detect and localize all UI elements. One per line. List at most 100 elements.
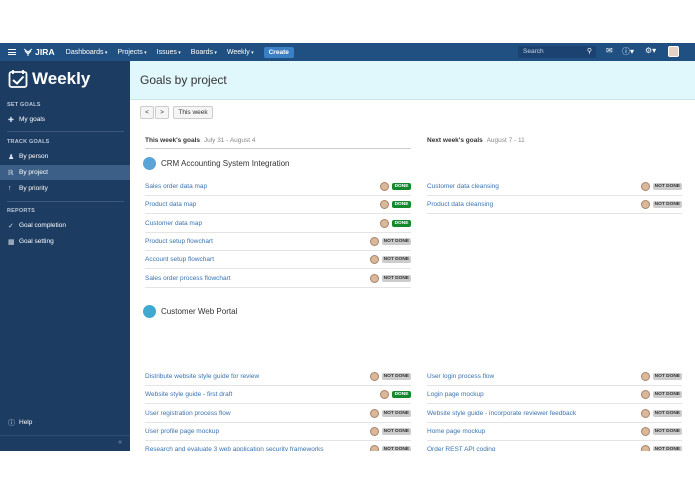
status-badge: NOT DONE bbox=[381, 446, 411, 451]
status-badge: NOT DONE bbox=[652, 391, 682, 399]
project-name[interactable]: CRM Accounting System Integration bbox=[161, 159, 290, 168]
previous-week-button[interactable]: < bbox=[140, 106, 154, 119]
goal-link[interactable]: User profile page mockup bbox=[145, 428, 370, 435]
next-week-button[interactable]: > bbox=[155, 106, 169, 119]
project-heading: Customer Web Portal bbox=[143, 305, 237, 318]
search-icon: ⚲ bbox=[586, 48, 592, 55]
plus-icon: ✚ bbox=[8, 116, 14, 124]
assignee-avatar[interactable] bbox=[640, 390, 650, 400]
user-avatar[interactable] bbox=[668, 46, 679, 57]
check-icon: ✓ bbox=[8, 222, 14, 230]
next-week-heading-label: Next week's goals bbox=[427, 137, 483, 144]
megaphone-icon[interactable]: ✉ bbox=[606, 46, 613, 55]
this-week-button[interactable]: This week bbox=[173, 106, 213, 119]
assignee-avatar[interactable] bbox=[380, 182, 389, 191]
goal-link[interactable]: Home page mockup bbox=[427, 428, 641, 435]
menu-weekly[interactable]: Weekly bbox=[227, 49, 254, 56]
assignee-avatar[interactable] bbox=[369, 273, 379, 283]
assignee-avatar[interactable] bbox=[380, 390, 389, 400]
calendar-check-icon bbox=[8, 70, 28, 88]
menu-projects[interactable]: Projects bbox=[117, 49, 146, 56]
person-icon: ♟ bbox=[8, 153, 15, 161]
collapse-sidebar-icon[interactable]: « bbox=[118, 439, 122, 446]
goal-row: Sales order data map DONE bbox=[145, 178, 411, 196]
status-badge: NOT DONE bbox=[652, 409, 682, 417]
assignee-avatar[interactable] bbox=[640, 408, 650, 418]
menu-issues[interactable]: Issues bbox=[157, 49, 181, 56]
goal-link[interactable]: Product setup flowchart bbox=[145, 238, 370, 245]
sidebar-item-by-person[interactable]: ♟ By person bbox=[0, 149, 130, 164]
help-circle-icon: ⓘ bbox=[8, 419, 15, 427]
goal-row: Website style guide - incorporate review… bbox=[427, 405, 682, 423]
goal-link[interactable]: Product data map bbox=[145, 201, 380, 208]
goal-link[interactable]: Customer data map bbox=[145, 220, 380, 227]
status-badge: NOT DONE bbox=[381, 409, 411, 417]
section-heading-track-goals: TRACK GOALS bbox=[7, 139, 50, 145]
sidebar-item-by-project[interactable]: ℝ By project bbox=[0, 165, 130, 180]
assignee-avatar[interactable] bbox=[640, 445, 650, 451]
weekly-brand[interactable]: Weekly bbox=[8, 69, 90, 89]
goal-link[interactable]: Website style guide - first draft bbox=[145, 391, 380, 398]
status-badge: DONE bbox=[392, 391, 411, 399]
goal-row: Website style guide - first draft DONE bbox=[145, 386, 411, 405]
jira-logo[interactable]: JIRA bbox=[23, 47, 55, 57]
next-week-dates: August 7 - 11 bbox=[486, 137, 525, 144]
goal-row: Distribute website style guide for revie… bbox=[145, 368, 411, 386]
goal-link[interactable]: Order REST API coding bbox=[427, 446, 641, 451]
create-button[interactable]: Create bbox=[263, 46, 294, 58]
assignee-avatar[interactable] bbox=[640, 372, 650, 381]
next-week-heading: Next week's goals August 7 - 11 bbox=[427, 137, 525, 144]
search-input[interactable]: Search ⚲ bbox=[518, 46, 596, 58]
goal-row: Order REST API coding NOT DONE bbox=[427, 441, 682, 451]
menu-dashboards[interactable]: Dashboards bbox=[66, 49, 108, 56]
sidebar-footer: « bbox=[0, 435, 130, 451]
goal-row: User registration process flow NOT DONE bbox=[145, 405, 411, 423]
goal-link[interactable]: Product data cleansing bbox=[427, 201, 641, 208]
divider bbox=[145, 148, 411, 149]
goal-link[interactable]: Website style guide - incorporate review… bbox=[427, 410, 641, 417]
assignee-avatar[interactable] bbox=[380, 200, 389, 210]
page-header: Goals by project bbox=[130, 61, 695, 100]
sidebar-item-goal-completion[interactable]: ✓ Goal completion bbox=[0, 218, 130, 233]
assignee-avatar[interactable] bbox=[640, 200, 650, 210]
goal-row: Research and evaluate 3 web application … bbox=[145, 441, 411, 451]
assignee-avatar[interactable] bbox=[369, 255, 379, 265]
assignee-avatar[interactable] bbox=[369, 372, 379, 381]
goal-link[interactable]: Account setup flowchart bbox=[145, 256, 370, 263]
goal-link[interactable]: Distribute website style guide for revie… bbox=[145, 373, 370, 380]
goal-link[interactable]: User login process flow bbox=[427, 373, 641, 380]
this-week-heading-label: This week's goals bbox=[145, 137, 201, 144]
assignee-avatar[interactable] bbox=[369, 236, 379, 246]
divider bbox=[7, 201, 124, 202]
sidebar-item-help[interactable]: ⓘ Help bbox=[0, 415, 130, 430]
status-badge: NOT DONE bbox=[381, 256, 411, 264]
project-name[interactable]: Customer Web Portal bbox=[161, 307, 237, 316]
goal-link[interactable]: Sales order data map bbox=[145, 183, 380, 190]
goal-link[interactable]: Login page mockup bbox=[427, 391, 641, 398]
assignee-avatar[interactable] bbox=[369, 408, 379, 418]
sidebar-item-label: By project bbox=[19, 169, 48, 176]
status-badge: NOT DONE bbox=[381, 237, 411, 245]
assignee-avatar[interactable] bbox=[640, 426, 650, 436]
sidebar-item-by-priority[interactable]: ↑ By priority bbox=[0, 181, 130, 196]
goal-link[interactable]: User registration process flow bbox=[145, 410, 370, 417]
goal-row: Product data cleansing NOT DONE bbox=[427, 196, 682, 215]
help-icon[interactable]: ⓘ▾ bbox=[622, 46, 634, 57]
sidebar-item-my-goals[interactable]: ✚ My goals bbox=[0, 112, 130, 127]
menu-boards[interactable]: Boards bbox=[191, 49, 217, 56]
assignee-avatar[interactable] bbox=[380, 218, 389, 228]
assignee-avatar[interactable] bbox=[369, 426, 379, 436]
status-badge: NOT DONE bbox=[381, 274, 411, 282]
crm-project-icon bbox=[143, 157, 156, 170]
jira-logo-text: JIRA bbox=[35, 47, 55, 57]
goal-link[interactable]: Sales order process flowchart bbox=[145, 275, 370, 282]
status-badge: NOT DONE bbox=[652, 183, 682, 190]
sidebar-item-goal-setting[interactable]: ▦ Goal setting bbox=[0, 234, 130, 249]
assignee-avatar[interactable] bbox=[640, 182, 650, 191]
app-switcher-icon[interactable] bbox=[8, 49, 16, 55]
gear-icon[interactable]: ⚙▾ bbox=[645, 46, 656, 55]
status-badge: NOT DONE bbox=[381, 373, 411, 380]
assignee-avatar[interactable] bbox=[369, 445, 379, 451]
goal-link[interactable]: Customer data cleansing bbox=[427, 183, 641, 190]
goal-link[interactable]: Research and evaluate 3 web application … bbox=[145, 446, 370, 451]
